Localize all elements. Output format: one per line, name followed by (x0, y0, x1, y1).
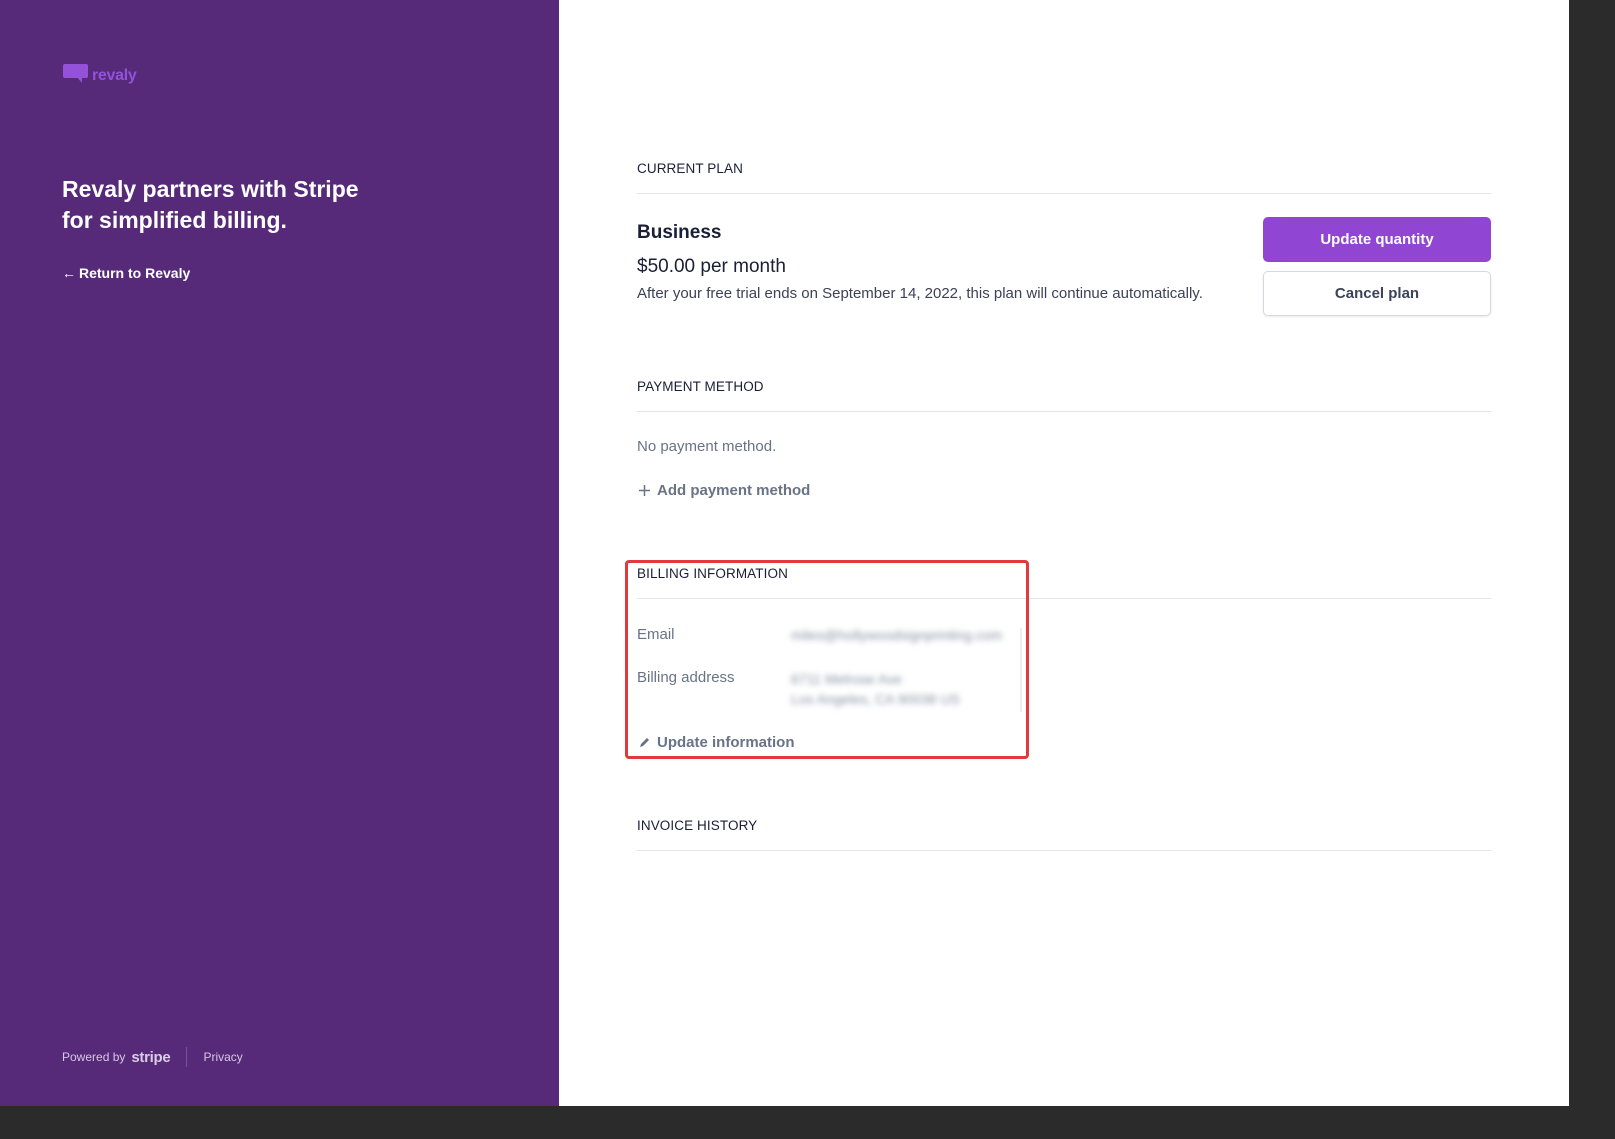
no-payment-method-text: No payment method. (637, 438, 777, 455)
billing-address-line2: Los Angeles, CA 90038 US (791, 691, 960, 707)
plan-price: $50.00 per month (637, 256, 786, 277)
chat-bubble-icon (63, 62, 88, 83)
email-label: Email (637, 626, 675, 643)
plan-trial-note: After your free trial ends on September … (637, 285, 1203, 302)
update-information-label: Update information (657, 734, 795, 751)
return-link-label: Return to Revaly (79, 265, 191, 281)
invoice-history-divider (637, 850, 1491, 851)
logo-text: revaly (92, 67, 137, 84)
footer-divider (186, 1047, 188, 1067)
privacy-link[interactable]: Privacy (203, 1050, 242, 1064)
invoice-history-title: INVOICE HISTORY (637, 818, 758, 833)
pencil-icon (637, 736, 651, 749)
powered-by-text: Powered by (62, 1050, 126, 1064)
payment-method-title: PAYMENT METHOD (637, 379, 764, 394)
revaly-logo: revaly (63, 62, 137, 85)
payment-method-divider (637, 411, 1491, 412)
current-plan-title: CURRENT PLAN (637, 161, 743, 176)
update-quantity-button[interactable]: Update quantity (1263, 217, 1491, 262)
billing-information-divider (637, 598, 1491, 599)
add-payment-method-label: Add payment method (657, 482, 811, 499)
plus-icon (637, 484, 651, 497)
email-value: miles@hollywoodsignprinting.com (791, 627, 1003, 643)
billing-portal-page: revaly Revaly partners with Stripe for s… (0, 0, 1569, 1106)
billing-information-title: BILLING INFORMATION (637, 566, 788, 581)
brand-sidebar: revaly Revaly partners with Stripe for s… (0, 0, 559, 1106)
stripe-logo[interactable]: stripe (131, 1049, 170, 1066)
billing-info-scrollbar[interactable] (1020, 628, 1022, 712)
arrow-left-icon: ← (62, 265, 76, 281)
billing-info-highlight (625, 560, 1029, 759)
sidebar-footer: Powered by stripe Privacy (62, 1047, 243, 1067)
billing-address-line1: 6711 Melrose Ave (791, 671, 902, 687)
add-payment-method-link[interactable]: Add payment method (637, 482, 810, 499)
cancel-plan-button[interactable]: Cancel plan (1263, 271, 1491, 316)
update-information-link[interactable]: Update information (637, 734, 795, 751)
return-to-revaly-link[interactable]: ← Return to Revaly (62, 265, 190, 281)
plan-name: Business (637, 222, 722, 243)
billing-address-label: Billing address (637, 669, 735, 686)
billing-content: CURRENT PLAN Business $50.00 per month A… (559, 0, 1569, 1106)
sidebar-headline: Revaly partners with Stripe for simplifi… (62, 176, 359, 233)
current-plan-divider (637, 193, 1491, 194)
